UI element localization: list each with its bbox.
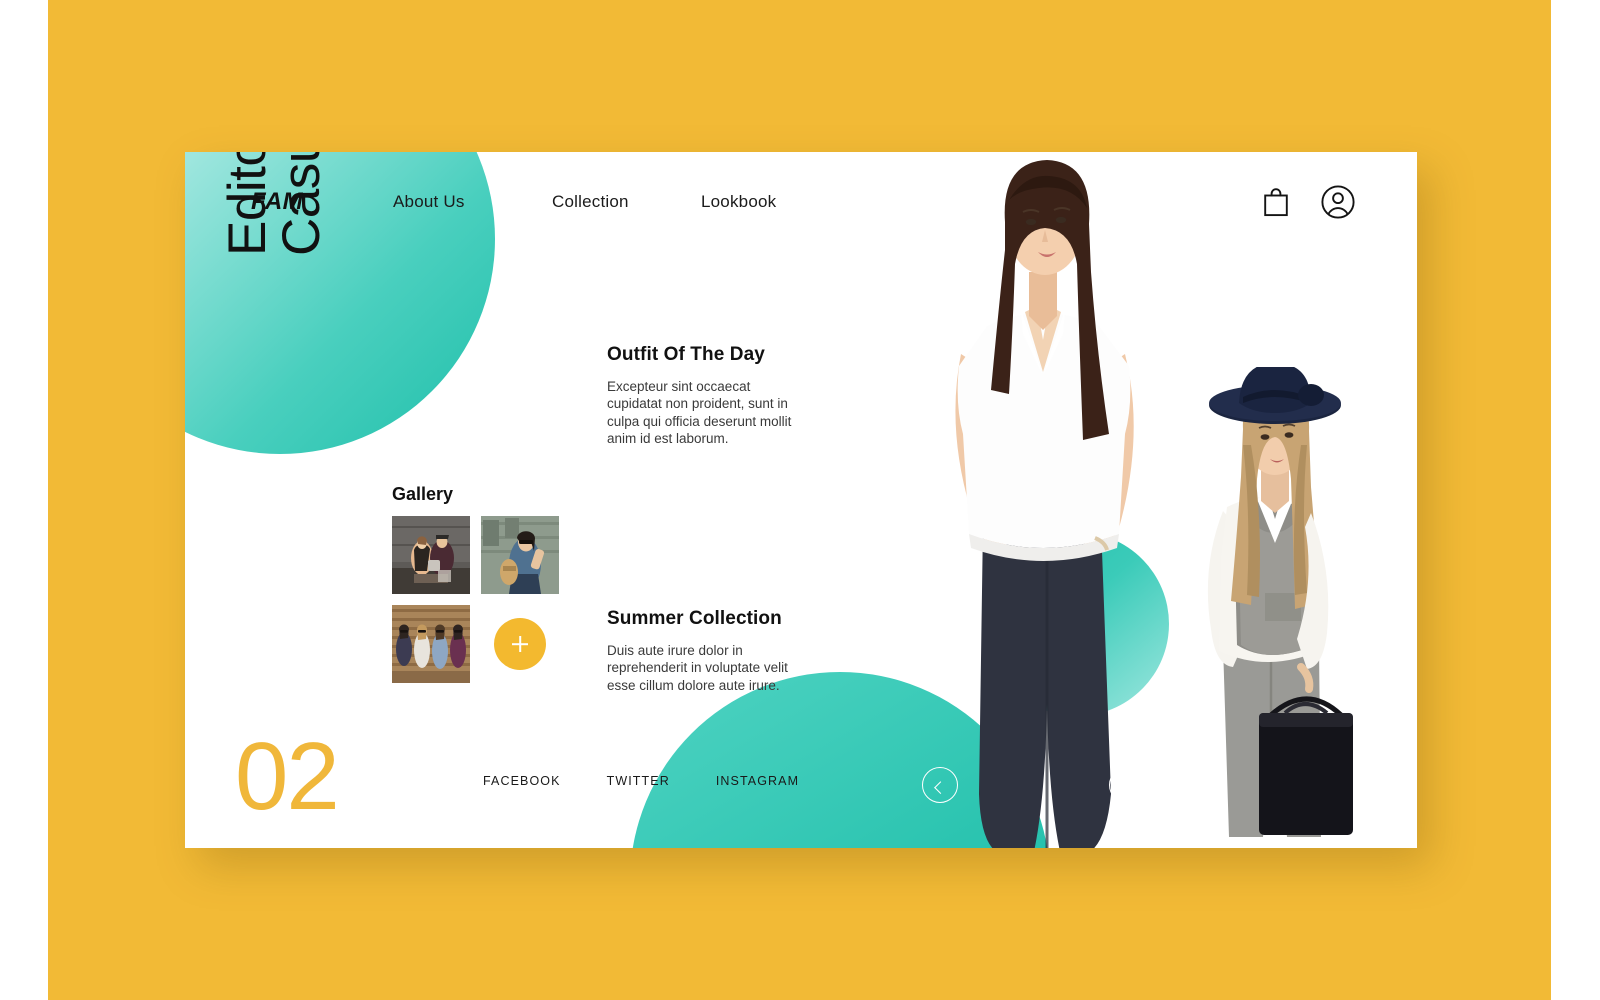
shopping-bag-icon[interactable] — [1263, 187, 1289, 217]
chevron-right-icon — [1119, 778, 1132, 792]
brand-logo[interactable]: FAM — [251, 188, 303, 216]
carousel-next-button[interactable] — [1109, 767, 1145, 803]
user-account-icon[interactable] — [1321, 185, 1355, 219]
outfit-of-the-day-body: Excepteur sint occaecat cupidatat non pr… — [607, 379, 792, 446]
carousel-prev-button[interactable] — [922, 767, 958, 803]
nav-link-collection[interactable]: Collection — [552, 192, 629, 212]
summer-collection-block: Summer Collection Duis aute irure dolor … — [607, 608, 807, 694]
gallery-thumbnail-1[interactable] — [392, 516, 470, 594]
summer-collection-title: Summer Collection — [607, 608, 782, 629]
social-link-instagram[interactable]: INSTAGRAM — [716, 774, 799, 788]
woman-navy-hat-grey-vest-image — [1207, 367, 1353, 837]
slide-number: 02 — [235, 723, 340, 830]
hero-model-secondary — [1115, 367, 1415, 848]
social-link-facebook[interactable]: FACEBOOK — [483, 774, 561, 788]
chevron-left-icon — [933, 780, 947, 794]
outfit-of-the-day-title: Outfit Of The Day — [607, 344, 765, 365]
social-links: FACEBOOK TWITTER INSTAGRAM — [483, 774, 799, 788]
summer-collection-body: Duis aute irure dolor in reprehenderit i… — [607, 643, 788, 693]
social-link-twitter[interactable]: TWITTER — [607, 774, 670, 788]
landing-page-card: FAM About Us Collection Lookbook Editori… — [185, 152, 1417, 848]
four-women-wooden-wall-image — [392, 605, 470, 683]
gallery-thumbnail-2[interactable] — [481, 516, 559, 594]
couple-on-bench-image — [392, 516, 470, 594]
nav-link-about-us[interactable]: About Us — [393, 192, 465, 212]
nav-icon-group — [1263, 185, 1355, 219]
gallery-add-button[interactable] — [494, 618, 546, 670]
gallery-title: Gallery — [392, 484, 454, 504]
outfit-of-the-day-block: Outfit Of The Day Excepteur sint occaeca… — [607, 344, 807, 447]
gallery-grid — [392, 516, 568, 683]
woman-with-sunglasses-image — [481, 516, 559, 594]
gallery-thumbnail-3[interactable] — [392, 605, 470, 683]
nav-link-lookbook[interactable]: Lookbook — [701, 192, 776, 212]
